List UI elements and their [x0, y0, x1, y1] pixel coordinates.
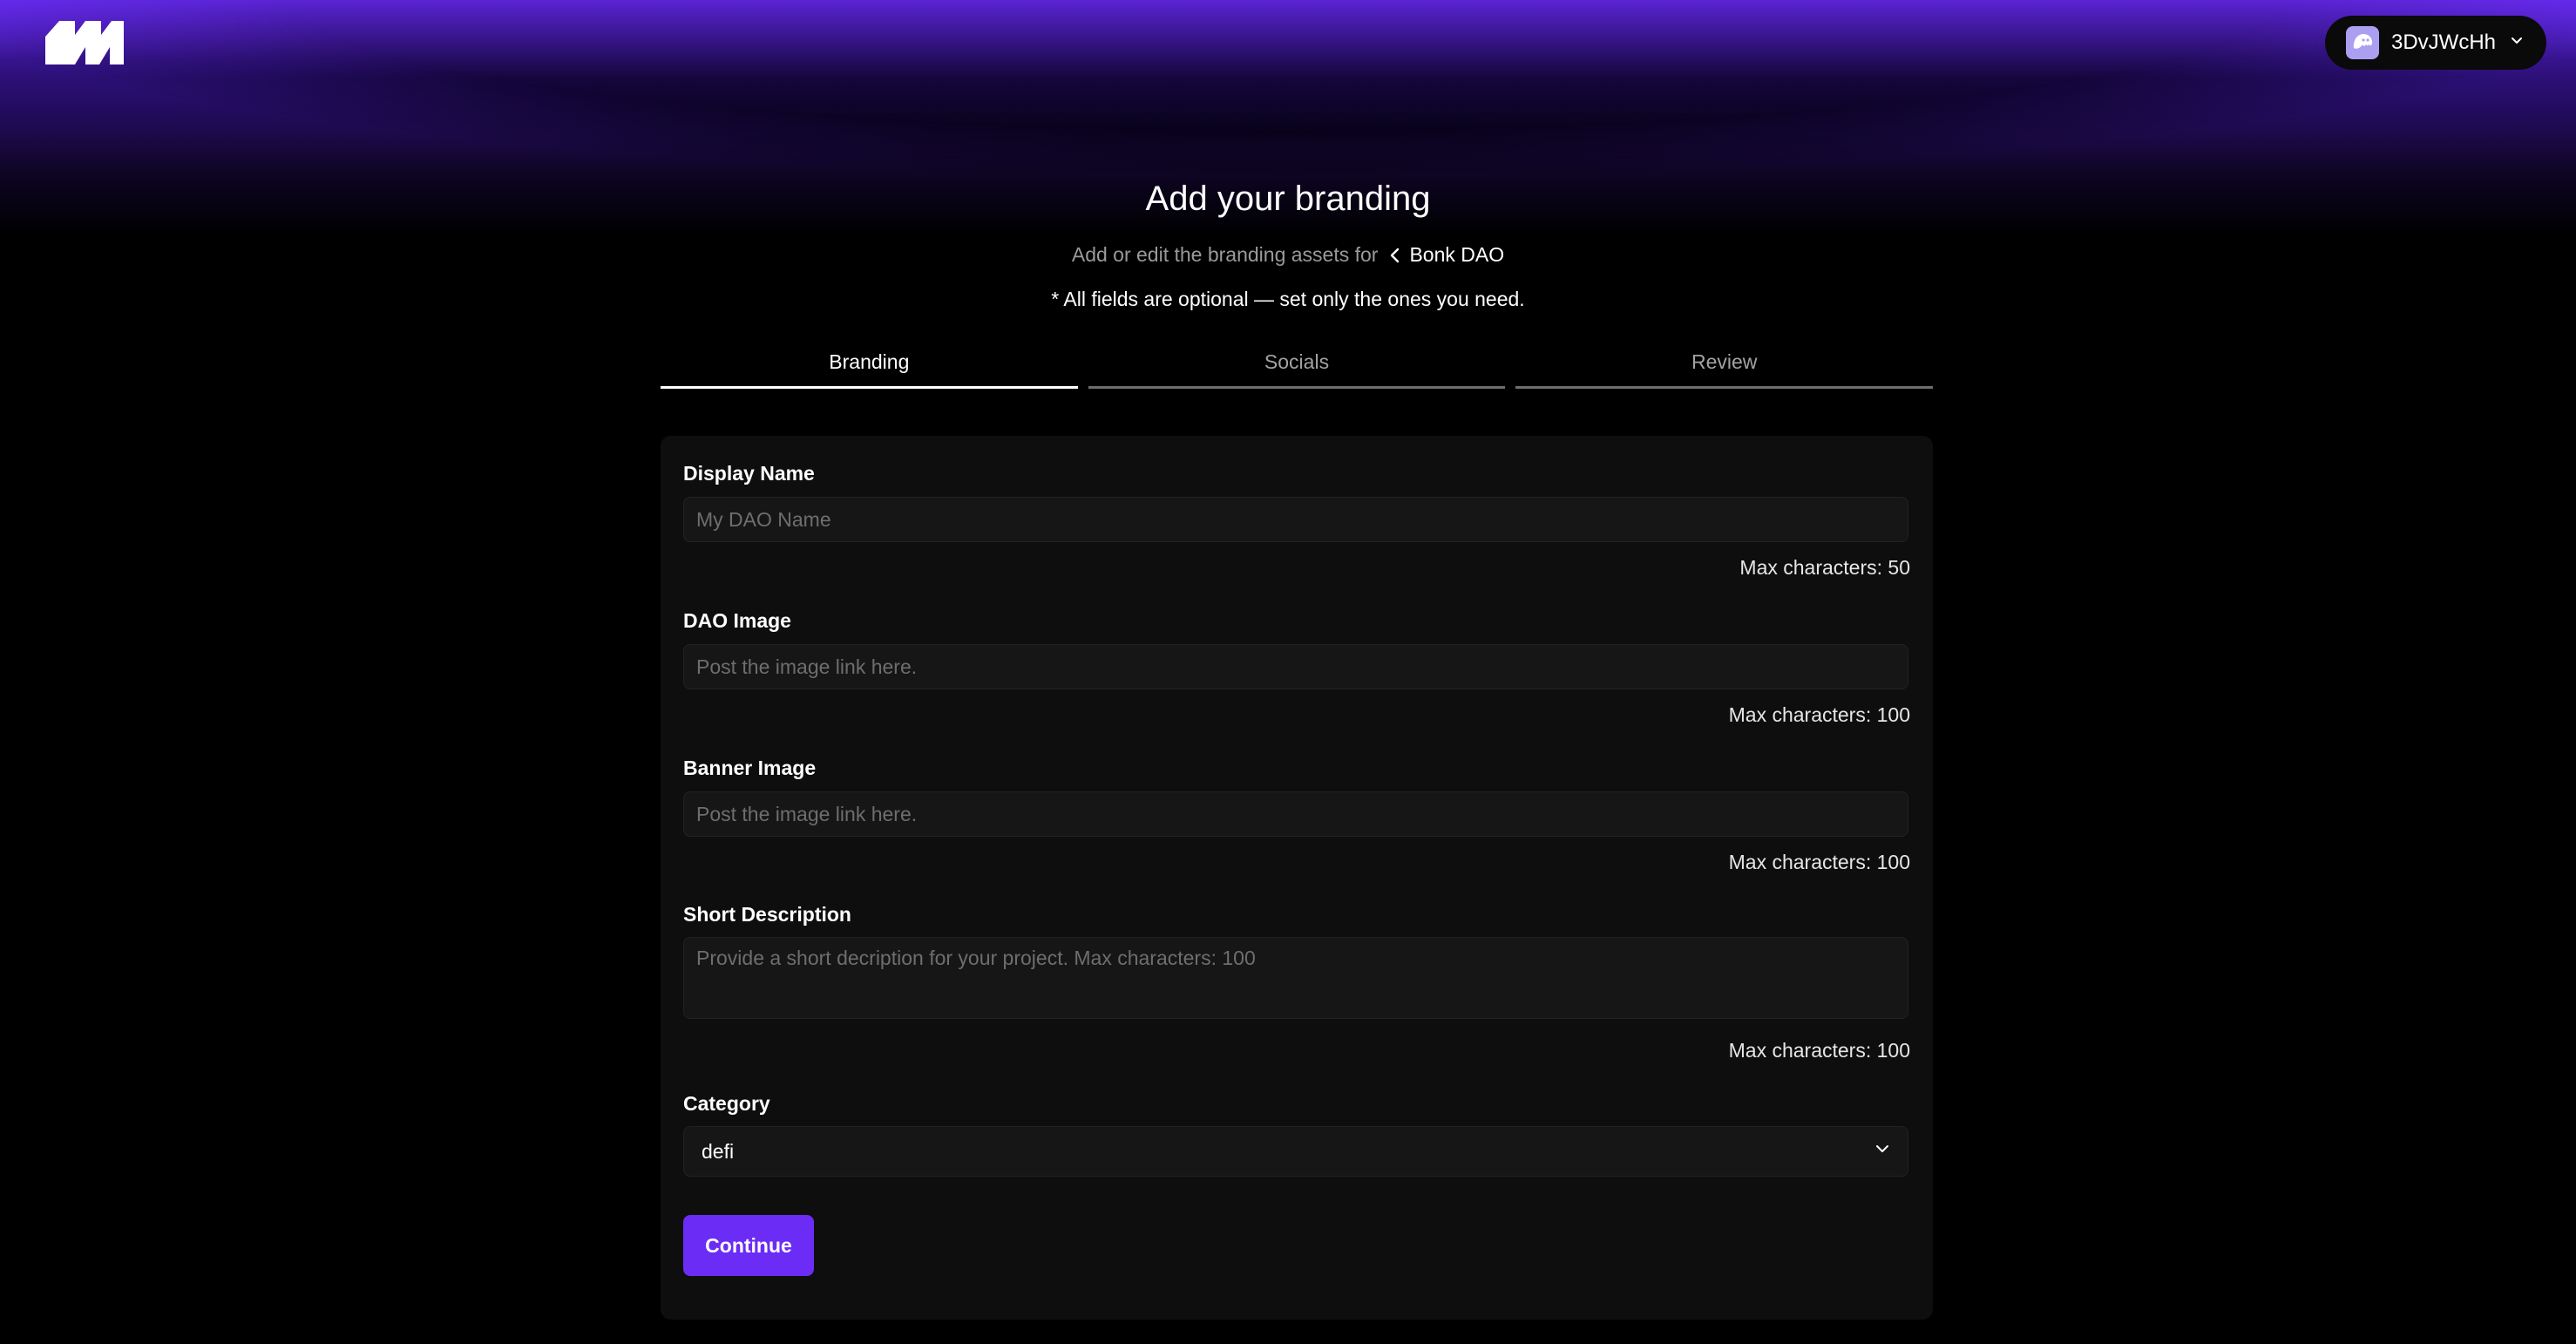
realms-logo-icon[interactable]: [45, 21, 124, 69]
banner-image-input[interactable]: [683, 791, 1908, 837]
page-header: Add your branding Add or edit the brandi…: [0, 180, 2576, 311]
optional-note: * All fields are optional — set only the…: [1051, 288, 1525, 310]
display-name-max: Max characters: 50: [1739, 556, 1910, 579]
dao-image-max: Max characters: 100: [1728, 703, 1910, 726]
step-tabs: Branding Socials Review: [661, 350, 1934, 389]
banner-image-max: Max characters: 100: [1728, 851, 1910, 873]
dao-link[interactable]: Bonk DAO: [1386, 243, 1504, 267]
subtitle-text: Add or edit the branding assets for: [1071, 243, 1379, 266]
wallet-address: 3DvJWcHh: [2390, 31, 2496, 54]
phantom-ghost-icon: [2345, 26, 2379, 59]
dao-name: Bonk DAO: [1409, 243, 1505, 266]
short-description-textarea[interactable]: [683, 937, 1908, 1019]
continue-button[interactable]: Continue: [683, 1215, 814, 1276]
banner-image-label: Banner Image: [683, 757, 817, 779]
page-subtitle: Add or edit the branding assets for Bonk…: [0, 243, 2576, 267]
tab-review[interactable]: Review: [1515, 350, 1934, 389]
page-title: Add your branding: [1145, 180, 1431, 218]
chevron-down-icon: [1873, 1139, 1892, 1164]
chevron-left-icon: [1391, 248, 1400, 262]
chevron-down-icon: [2508, 32, 2525, 54]
display-name-input[interactable]: [683, 497, 1908, 542]
display-name-label: Display Name: [683, 462, 815, 485]
category-value: defi: [702, 1139, 735, 1163]
short-description-max: Max characters: 100: [1728, 1039, 1910, 1062]
branding-form: Display Name Max characters: 50 DAO Imag…: [661, 436, 1933, 1320]
dao-image-label: DAO Image: [683, 609, 791, 632]
wallet-button[interactable]: 3DvJWcHh: [2324, 16, 2546, 70]
dao-image-input[interactable]: [683, 644, 1908, 689]
category-select[interactable]: defi: [683, 1126, 1908, 1177]
category-label: Category: [683, 1092, 770, 1115]
short-description-label: Short Description: [683, 903, 851, 926]
tab-socials[interactable]: Socials: [1088, 350, 1506, 389]
tab-branding[interactable]: Branding: [661, 350, 1078, 389]
